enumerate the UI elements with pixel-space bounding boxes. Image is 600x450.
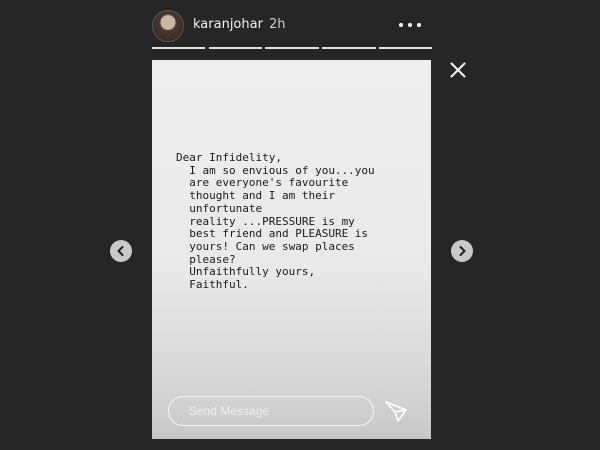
- story-text: Dear Infidelity, I am so envious of you.…: [176, 151, 375, 292]
- username[interactable]: karanjohar: [193, 17, 263, 32]
- story-header: karanjohar 2h: [152, 6, 432, 52]
- progress-segment: [152, 47, 205, 49]
- send-icon[interactable]: [384, 399, 408, 423]
- more-options-icon[interactable]: [399, 18, 423, 32]
- next-story-button[interactable]: [451, 240, 473, 262]
- progress-segment: [379, 47, 432, 49]
- profile-avatar[interactable]: [152, 10, 184, 42]
- progress-segment: [322, 47, 376, 49]
- close-icon[interactable]: [446, 58, 470, 82]
- chevron-left-icon: [117, 246, 124, 256]
- story-progress-bar: [152, 47, 432, 49]
- story-content[interactable]: Dear Infidelity, I am so envious of you.…: [152, 60, 431, 439]
- progress-segment: [265, 47, 319, 49]
- previous-story-button[interactable]: [110, 240, 132, 262]
- progress-segment: [209, 47, 262, 49]
- send-message-input[interactable]: [168, 396, 374, 426]
- story-timestamp: 2h: [269, 17, 286, 32]
- chevron-right-icon: [459, 246, 466, 256]
